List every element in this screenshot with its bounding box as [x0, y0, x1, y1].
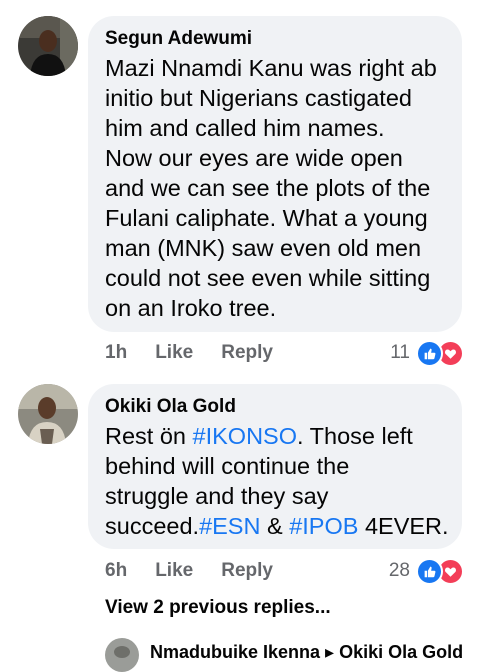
comment-line: Fulani caliphate. What a young [105, 205, 428, 231]
hashtag-link[interactable]: #IKONSO [193, 423, 297, 449]
comment-line: man (MNK) saw even old men [105, 235, 422, 261]
like-button[interactable]: Like [155, 560, 193, 582]
hashtag-link[interactable]: #ESN [199, 513, 260, 539]
text-span: . Those left [297, 423, 413, 449]
comment-line: behind will continue the [105, 453, 350, 479]
reaction-summary[interactable]: 11 [390, 339, 464, 367]
comment-line: on an Iroko tree. [105, 295, 277, 321]
thumbs-up-icon [416, 339, 443, 367]
comment-line: could not see even while sitting [105, 265, 431, 291]
comment-line: succeed.#ESN & #IPOB 4EVER. [105, 511, 462, 541]
avatar-segun-adewumi[interactable] [18, 16, 78, 76]
avatar-okiki-ola-gold[interactable] [18, 384, 78, 444]
comment-line: Rest ön #IKONSO. Those left [105, 421, 462, 451]
reply-author-partial[interactable]: Nmadubuike Ikenna ▸ Okiki Ola Gold [150, 642, 463, 663]
comment-line: Mazi Nnamdi Kanu was right ab [105, 55, 437, 81]
comment-line: struggle and they say [105, 483, 329, 509]
comment-actions: 1h Like Reply [105, 340, 301, 366]
comment-line: and we can see the plots of the [105, 175, 431, 201]
avatar-reply[interactable] [105, 638, 139, 672]
reaction-count: 28 [388, 560, 410, 581]
comment-time[interactable]: 6h [105, 560, 127, 582]
text-span: succeed. [105, 513, 200, 539]
reaction-count: 11 [390, 342, 410, 363]
comment-text: Rest ön #IKONSO. Those left behind will … [105, 421, 462, 541]
comment-text: Mazi Nnamdi Kanu was right ab initio but… [105, 53, 462, 323]
comment-bubble-1: Segun Adewumi Mazi Nnamdi Kanu was right… [88, 16, 462, 332]
thumbs-up-icon [416, 557, 443, 585]
comment-actions: 6h Like Reply [105, 558, 301, 584]
comment-author[interactable]: Okiki Ola Gold [105, 396, 462, 418]
text-span: 4EVER. [358, 513, 449, 539]
like-button[interactable]: Like [155, 342, 193, 364]
comment-author[interactable]: Segun Adewumi [105, 28, 462, 50]
comment-bubble-2: Okiki Ola Gold Rest ön #IKONSO. Those le… [88, 384, 462, 549]
comment-time[interactable]: 1h [105, 342, 127, 364]
comment-line: Now our eyes are wide open [105, 145, 403, 171]
view-previous-replies-link[interactable]: View 2 previous replies... [105, 597, 331, 619]
comment-line: initio but Nigerians castigated [105, 85, 412, 111]
comment-line: him and called him names. [105, 115, 385, 141]
reply-button[interactable]: Reply [221, 560, 273, 582]
text-span: & [260, 513, 290, 539]
text-span: Rest ön [105, 423, 193, 449]
reply-button[interactable]: Reply [221, 342, 273, 364]
reaction-summary[interactable]: 28 [388, 557, 464, 585]
hashtag-link[interactable]: #IPOB [289, 513, 358, 539]
